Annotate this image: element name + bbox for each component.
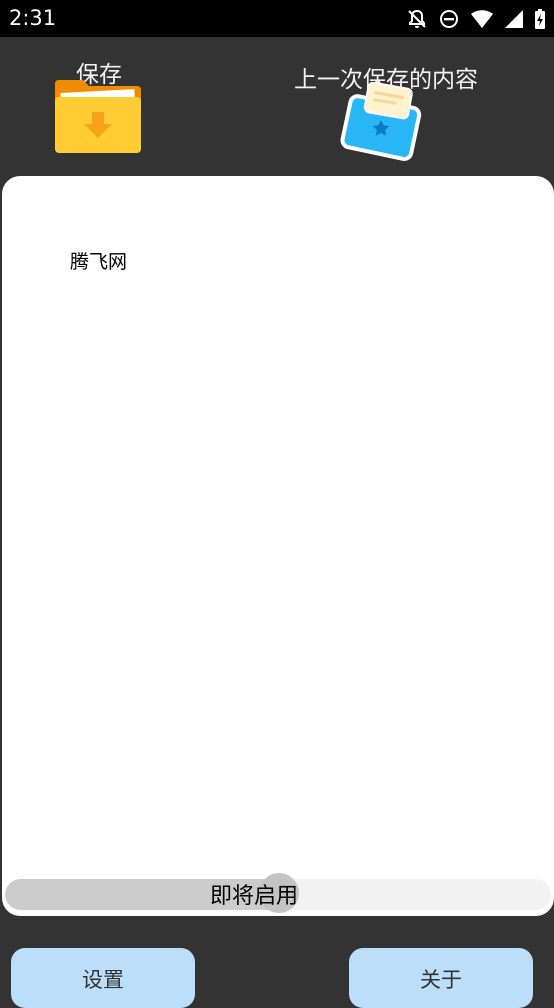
about-button[interactable]: 关于 (349, 948, 533, 1008)
enable-slider-label: 即将启用 (210, 884, 299, 909)
battery-charging-icon (535, 9, 545, 29)
saved-content-text[interactable]: 腾飞网 (70, 247, 127, 274)
status-time: 2:31 (9, 6, 57, 30)
do-not-disturb-icon (440, 10, 458, 28)
status-bar: 2:31 (0, 0, 554, 37)
notifications-off-icon (408, 9, 426, 28)
status-icons (406, 8, 546, 30)
settings-button[interactable]: 设置 (11, 948, 195, 1008)
folder-download-icon[interactable] (53, 78, 143, 156)
clipboard-paste-icon[interactable] (340, 82, 426, 162)
signal-icon (505, 10, 523, 28)
wifi-icon (471, 10, 493, 28)
editor-card[interactable] (2, 176, 554, 916)
